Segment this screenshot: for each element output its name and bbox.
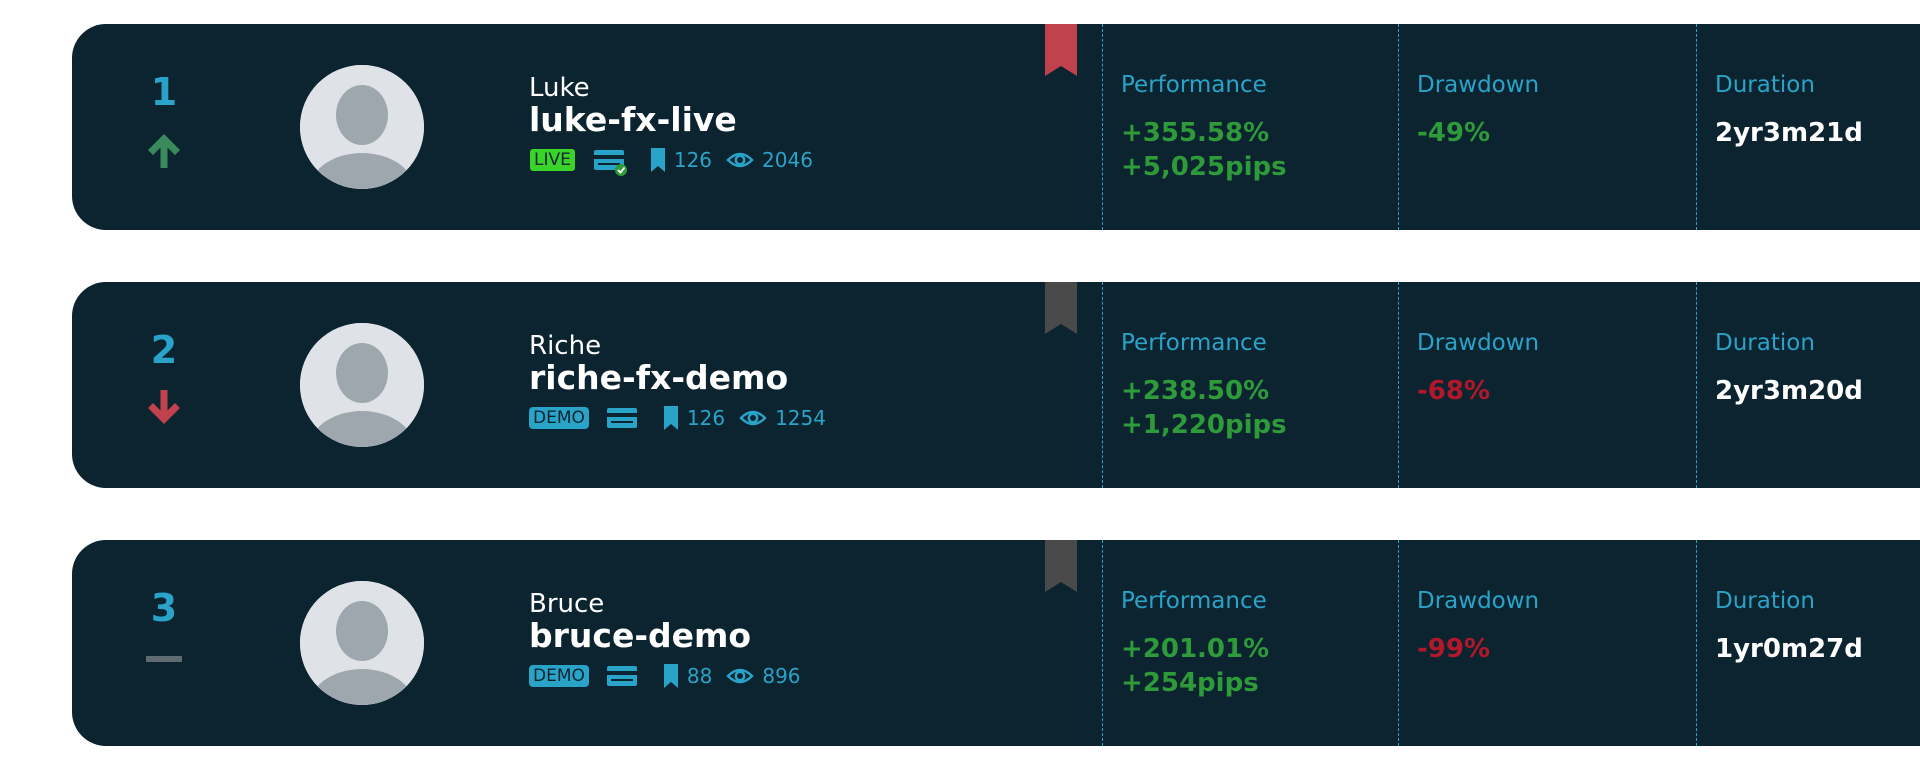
duration-stat: Duration 1yr0m27d (1696, 540, 1920, 746)
rank-number: 1 (150, 70, 178, 114)
bookmark-ribbon-icon[interactable] (1045, 24, 1077, 76)
view-count: 896 (762, 664, 801, 688)
account-type-badge: LIVE (529, 148, 576, 172)
drawdown-label: Drawdown (1417, 330, 1540, 356)
eye-icon (739, 408, 767, 428)
payment-card-icon (606, 664, 639, 688)
drawdown-value: -68% (1417, 376, 1491, 406)
performance-stat: Performance +355.58% +5,025pips (1102, 24, 1398, 230)
eye-icon (726, 150, 754, 170)
meta-row: DEMO 88 896 (529, 662, 815, 690)
bookmark-count: 88 (686, 664, 713, 688)
account-name-link[interactable]: riche-fx-demo (529, 358, 840, 398)
user-placeholder-icon (300, 323, 424, 447)
user-placeholder-icon (300, 581, 424, 705)
meta-row: LIVE 126 2046 (529, 146, 827, 176)
rank-number: 3 (150, 586, 178, 630)
account-name-link[interactable]: bruce-demo (529, 616, 815, 656)
performance-label: Performance (1121, 588, 1267, 614)
drawdown-stat: Drawdown -49% (1398, 24, 1694, 230)
trader-leaderboard: 1 Luke luke-fx-live LIVE 126 2046 Perfor… (0, 0, 1920, 764)
trader-card[interactable]: 3 Bruce bruce-demo DEMO 88 896 Performan… (72, 540, 1920, 746)
duration-value: 2yr3m21d (1715, 118, 1863, 148)
drawdown-stat: Drawdown -68% (1398, 282, 1694, 488)
drawdown-label: Drawdown (1417, 588, 1540, 614)
rank-column: 1 (122, 70, 206, 174)
payment-card-verified-icon (593, 148, 627, 176)
duration-value: 1yr0m27d (1715, 634, 1863, 664)
rank-column: 2 (122, 328, 206, 432)
drawdown-label: Drawdown (1417, 72, 1540, 98)
performance-percent: +201.01% (1121, 634, 1270, 664)
trend-up-icon (122, 130, 206, 174)
avatar[interactable] (300, 65, 424, 189)
avatar[interactable] (300, 581, 424, 705)
duration-value: 2yr3m20d (1715, 376, 1863, 406)
trend-down-icon (122, 388, 206, 432)
bookmark-ribbon-icon[interactable] (1045, 282, 1077, 334)
eye-icon (726, 666, 755, 686)
account-name-link[interactable]: luke-fx-live (529, 100, 827, 140)
performance-label: Performance (1121, 330, 1267, 356)
user-placeholder-icon (300, 65, 424, 189)
duration-label: Duration (1715, 588, 1815, 614)
trader-card[interactable]: 2 Riche riche-fx-demo DEMO 126 1254 Perf… (72, 282, 1920, 488)
bookmark-count: 126 (673, 148, 713, 172)
avatar[interactable] (300, 323, 424, 447)
meta-row: DEMO 126 1254 (529, 404, 840, 432)
performance-stat: Performance +201.01% +254pips (1102, 540, 1398, 746)
trader-card[interactable]: 1 Luke luke-fx-live LIVE 126 2046 Perfor… (72, 24, 1920, 230)
trader-info: Bruce bruce-demo DEMO 88 896 (529, 588, 815, 690)
performance-percent: +355.58% (1121, 118, 1270, 148)
bookmark-icon[interactable] (663, 664, 679, 688)
drawdown-stat: Drawdown -99% (1398, 540, 1694, 746)
payment-card-icon (606, 406, 639, 430)
account-type-badge: DEMO (529, 407, 589, 429)
duration-stat: Duration 2yr3m20d (1696, 282, 1920, 488)
performance-pips: +5,025pips (1121, 152, 1287, 182)
trader-info: Luke luke-fx-live LIVE 126 2046 (529, 72, 827, 176)
bookmark-icon[interactable] (650, 148, 666, 172)
rank-number: 2 (150, 328, 178, 372)
duration-stat: Duration 2yr3m21d (1696, 24, 1920, 230)
bookmark-icon[interactable] (663, 406, 679, 430)
account-type-badge: DEMO (529, 665, 589, 687)
view-count: 1254 (775, 406, 826, 430)
drawdown-value: -99% (1417, 634, 1491, 664)
performance-stat: Performance +238.50% +1,220pips (1102, 282, 1398, 488)
bookmark-ribbon-icon[interactable] (1045, 540, 1077, 592)
bookmark-count: 126 (686, 406, 726, 430)
performance-label: Performance (1121, 72, 1267, 98)
view-count: 2046 (762, 148, 813, 172)
performance-percent: +238.50% (1121, 376, 1270, 406)
trend-neutral-icon (122, 646, 206, 690)
performance-pips: +1,220pips (1121, 410, 1287, 440)
drawdown-value: -49% (1417, 118, 1491, 148)
performance-pips: +254pips (1121, 668, 1259, 698)
trader-info: Riche riche-fx-demo DEMO 126 1254 (529, 330, 840, 432)
duration-label: Duration (1715, 330, 1815, 356)
rank-column: 3 (122, 586, 206, 690)
duration-label: Duration (1715, 72, 1815, 98)
